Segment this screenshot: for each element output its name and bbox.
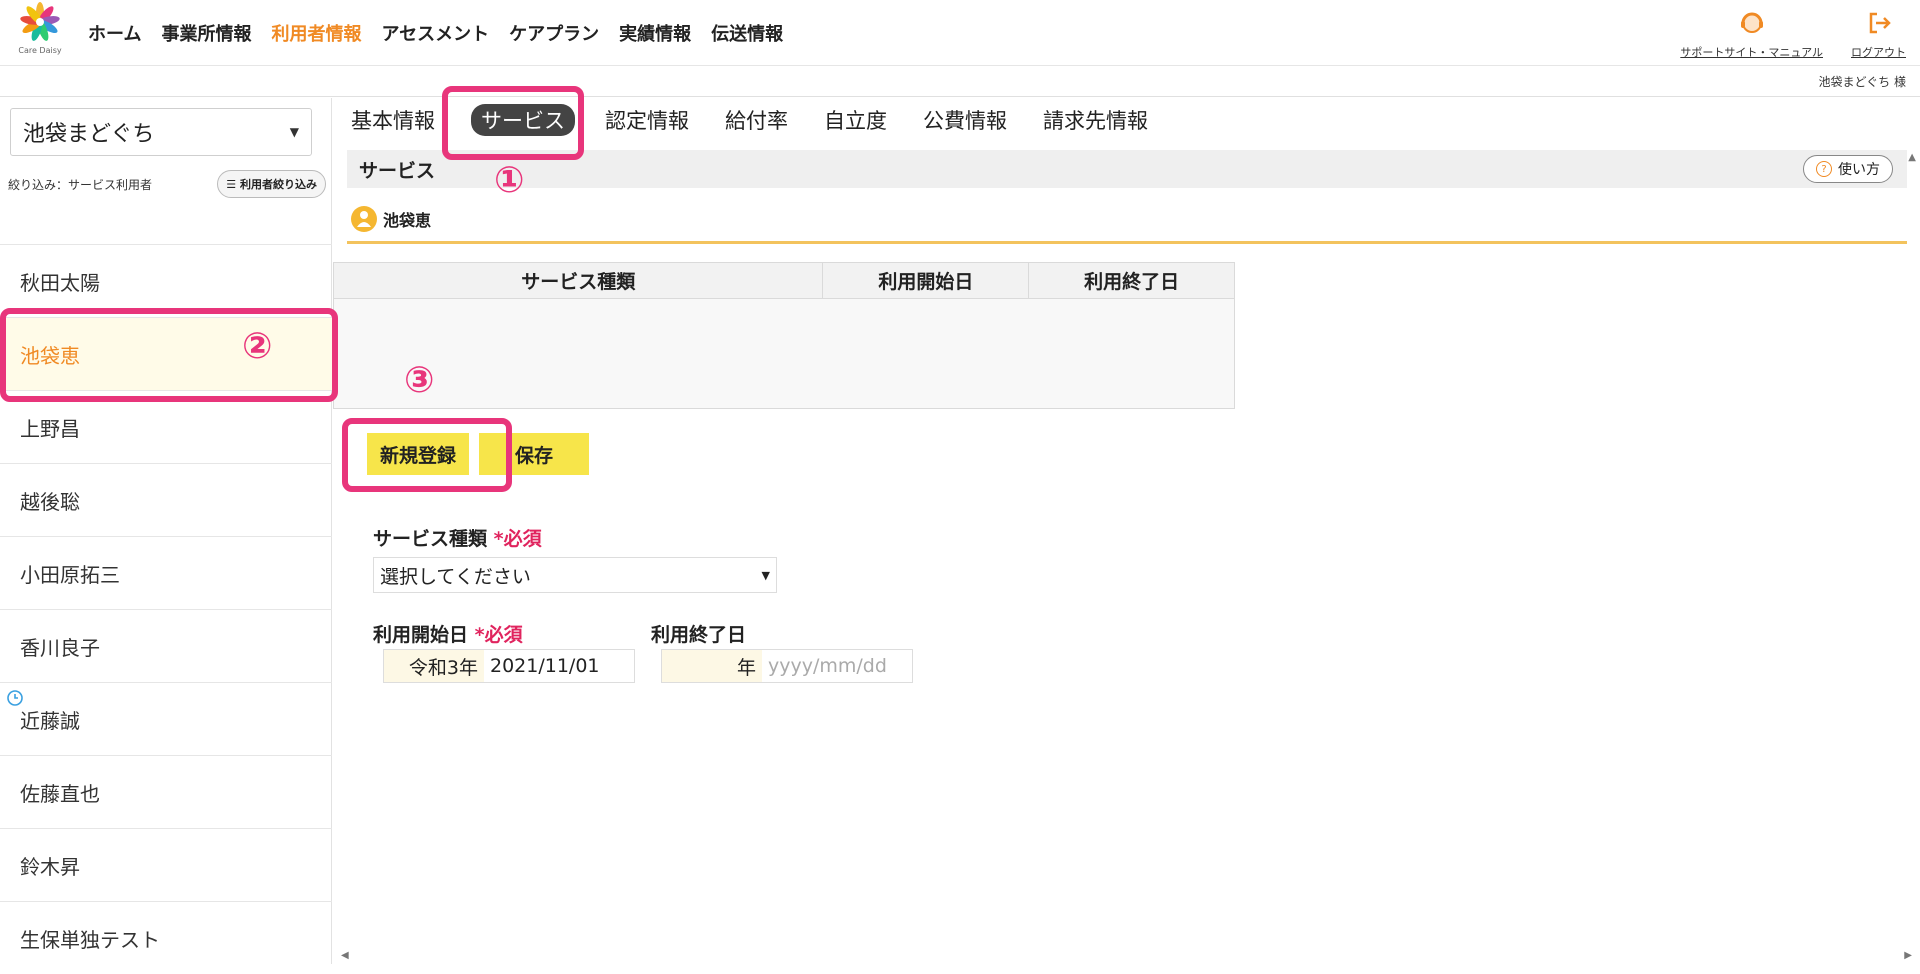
selected-person: 池袋恵 <box>351 206 431 232</box>
nav-user-info[interactable]: 利用者情報 <box>271 20 361 46</box>
filter-row: 絞り込み：サービス利用者 ☰ 利用者絞り込み <box>8 168 326 200</box>
logout-link[interactable]: ログアウト <box>1851 8 1906 60</box>
howto-label: 使い方 <box>1838 162 1880 178</box>
highlight-service-tab <box>442 86 584 160</box>
user-item[interactable]: 秋田太陽 <box>0 244 332 317</box>
sidebar: 池袋まどぐち ▼ 絞り込み：サービス利用者 ☰ 利用者絞り込み 秋田太陽 池袋恵… <box>0 98 332 964</box>
logout-icon <box>1869 12 1891 34</box>
tab-public-expense[interactable]: 公費情報 <box>923 105 1007 135</box>
office-select-value: 池袋まどぐち <box>23 122 155 147</box>
column-header-start-date[interactable]: 利用開始日 <box>822 262 1030 299</box>
start-date-value: 2021/11/01 <box>490 655 600 677</box>
sub-bar: 池袋まどぐち 様 <box>0 67 1920 97</box>
nav-care-plan[interactable]: ケアプラン <box>509 20 599 46</box>
user-item[interactable]: 生保単独テスト <box>0 901 332 974</box>
person-icon <box>351 206 377 232</box>
filter-icon: ☰ <box>226 178 240 191</box>
howto-button[interactable]: ? 使い方 <box>1803 155 1893 183</box>
main-content: 基本情報 サービス 認定情報 給付率 自立度 公費情報 請求先情報 サービス ?… <box>332 98 1920 964</box>
clock-icon <box>7 690 23 706</box>
main-nav: ホーム 事業所情報 利用者情報 アセスメント ケアプラン 実績情報 伝送情報 <box>88 20 803 46</box>
user-item[interactable]: 鈴木昇 <box>0 828 332 901</box>
filter-label: 絞り込み：サービス利用者 <box>8 177 153 192</box>
start-date-era: 令和3年 <box>384 650 484 682</box>
service-type-select-value: 選択してください <box>380 565 531 588</box>
top-right-links: サポートサイト・マニュアル ログアウト <box>1680 8 1906 60</box>
end-date-field[interactable]: 年 yyyy/mm/dd <box>661 649 913 683</box>
nav-results[interactable]: 実績情報 <box>619 20 691 46</box>
annotation-number-3: ③ <box>404 360 435 401</box>
tab-benefit-rate[interactable]: 給付率 <box>725 105 788 135</box>
chevron-down-icon: ▼ <box>289 125 299 139</box>
service-type-label-text: サービス種類 <box>373 528 488 550</box>
divider <box>347 241 1907 244</box>
user-item[interactable]: 越後聡 <box>0 463 332 536</box>
highlight-new-button <box>342 418 512 492</box>
help-icon: ? <box>1816 161 1832 177</box>
column-header-service-type[interactable]: サービス種類 <box>332 262 824 299</box>
table-header-row: サービス種類 利用開始日 利用終了日 <box>332 262 1235 299</box>
user-item[interactable]: 佐藤直也 <box>0 755 332 828</box>
user-item-label: 近藤誠 <box>20 708 80 733</box>
support-link[interactable]: サポートサイト・マニュアル <box>1680 8 1823 60</box>
scroll-up-arrow[interactable]: ▲ <box>1908 152 1916 163</box>
tab-independence[interactable]: 自立度 <box>824 105 887 135</box>
filter-users-button[interactable]: ☰ 利用者絞り込み <box>217 170 326 198</box>
office-select[interactable]: 池袋まどぐち ▼ <box>10 108 312 156</box>
start-date-label-text: 利用開始日 <box>373 624 469 646</box>
user-item[interactable]: 香川良子 <box>0 609 332 682</box>
column-header-end-date[interactable]: 利用終了日 <box>1028 262 1235 299</box>
filter-button-label: 利用者絞り込み <box>240 178 317 191</box>
daisy-flower-icon <box>20 2 60 41</box>
end-date-placeholder: yyyy/mm/dd <box>768 655 887 677</box>
user-item-with-clock[interactable]: 近藤誠 <box>0 682 332 755</box>
service-type-select[interactable]: 選択してください ▼ <box>373 557 777 593</box>
person-name: 池袋恵 <box>383 211 432 230</box>
current-user: 池袋まどぐち 様 <box>1818 75 1906 89</box>
nav-home[interactable]: ホーム <box>88 20 141 46</box>
highlight-selected-user <box>0 308 338 402</box>
annotation-number-2: ② <box>242 326 273 367</box>
top-bar: Care Daisy ホーム 事業所情報 利用者情報 アセスメント ケアプラン … <box>0 0 1920 66</box>
annotation-number-1: ① <box>494 160 525 201</box>
tab-billing[interactable]: 請求先情報 <box>1043 105 1148 135</box>
logout-label: ログアウト <box>1851 46 1906 59</box>
end-date-label: 利用終了日 <box>651 624 747 646</box>
scroll-left-arrow[interactable]: ◀ <box>341 950 349 961</box>
table-empty-row <box>333 298 1235 409</box>
nav-assessment[interactable]: アセスメント <box>381 20 489 46</box>
service-type-label: サービス種類 *必須 <box>373 524 542 551</box>
required-mark: *必須 <box>474 624 523 646</box>
end-date-era: 年 <box>662 650 762 682</box>
start-date-label: 利用開始日 *必須 <box>373 620 523 647</box>
care-daisy-logo[interactable]: Care Daisy <box>12 2 68 60</box>
headset-support-icon <box>1740 12 1763 33</box>
logo-text: Care Daisy <box>18 46 62 55</box>
chevron-down-icon: ▼ <box>761 568 770 582</box>
support-label: サポートサイト・マニュアル <box>1680 46 1823 59</box>
tab-basic-info[interactable]: 基本情報 <box>351 105 435 135</box>
tab-certification[interactable]: 認定情報 <box>605 105 689 135</box>
table-empty-cell <box>333 298 1235 409</box>
required-mark: *必須 <box>493 528 542 550</box>
nav-transmission[interactable]: 伝送情報 <box>711 20 783 46</box>
service-table: サービス種類 利用開始日 利用終了日 <box>332 262 1235 409</box>
start-date-field[interactable]: 令和3年 2021/11/01 <box>383 649 635 683</box>
user-item[interactable]: 小田原拓三 <box>0 536 332 609</box>
scroll-right-arrow[interactable]: ▶ <box>1904 950 1912 961</box>
nav-office-info[interactable]: 事業所情報 <box>161 20 251 46</box>
